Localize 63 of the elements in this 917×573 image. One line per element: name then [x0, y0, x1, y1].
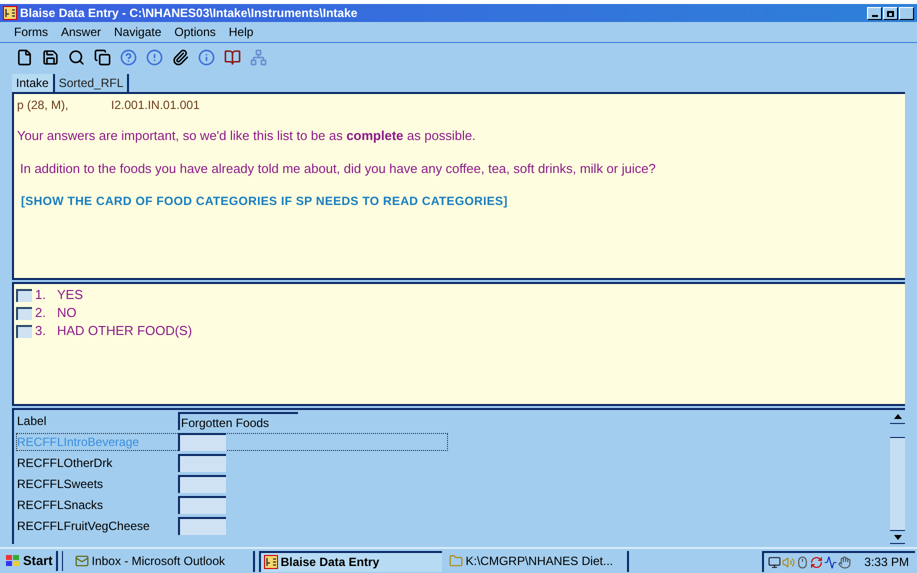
question-text: In addition to the foods you have already told me about, did you have any coffee, tea, soft drinks, milk or juice? [20, 160, 657, 178]
windows-logo-icon [5, 554, 21, 568]
clock: 3:33 PM [864, 554, 909, 571]
down-arrow-icon[interactable] [894, 534, 902, 540]
field-name: RECFFLIntroBeverage [17, 434, 140, 451]
folder-icon [448, 554, 463, 568]
help-icon[interactable] [120, 49, 137, 66]
answer-number: 3. [35, 322, 47, 340]
answer-field[interactable] [178, 496, 226, 514]
label-column-header: Label [16, 413, 48, 430]
field-name: RECFFLSnacks [17, 497, 104, 514]
up-arrow-icon[interactable] [894, 414, 902, 419]
answer-field[interactable] [178, 433, 226, 451]
menu-item[interactable]: Options [174, 23, 216, 41]
answer-checkbox[interactable] [16, 288, 32, 302]
minimize-button[interactable] [867, 6, 882, 20]
exclamation-icon[interactable] [146, 49, 163, 66]
column-header: Forgotten Foods [178, 412, 298, 430]
menu-item[interactable]: Forms [14, 23, 48, 41]
hand-icon[interactable] [838, 556, 852, 568]
info-icon[interactable] [198, 49, 215, 66]
new-page-icon[interactable] [16, 49, 33, 66]
field-name: RECFFLFruitVegCheese [17, 518, 151, 535]
answer-label: HAD OTHER FOOD(S) [57, 322, 192, 340]
field-name: RECFFLOtherDrk [17, 455, 114, 472]
answer-label: YES [57, 286, 84, 304]
start-button[interactable]: Start [2, 551, 58, 571]
scrollbar[interactable] [890, 410, 905, 544]
menu-item[interactable]: Help [228, 23, 254, 41]
taskbar-button[interactable]: K:\CMGRP\NHANES Diet... [446, 550, 629, 572]
answer-number: 1. [35, 286, 47, 304]
taskbar-button[interactable]: Blaise Data Entry [258, 550, 442, 572]
interviewer-instruction: [SHOW THE CARD OF FOOD CATEGORIES IF SP NEEDS TO READ CATEGORIES] [21, 193, 509, 210]
menu-item[interactable]: Answer [61, 23, 102, 41]
mail-icon [74, 554, 89, 568]
mouse-icon[interactable] [796, 556, 810, 568]
close-button[interactable] [899, 6, 914, 20]
answer-field[interactable] [178, 454, 226, 472]
paperclip-icon[interactable] [172, 49, 189, 66]
restore-button[interactable] [883, 6, 898, 20]
field-name: RECFFLSweets [17, 476, 104, 493]
save-icon[interactable] [42, 49, 59, 66]
app-logo-icon [3, 6, 17, 20]
search-icon[interactable] [68, 49, 85, 66]
answer-checkbox[interactable] [16, 324, 32, 338]
answer-label: NO [57, 304, 76, 322]
tab[interactable]: Intake [12, 74, 55, 92]
intro-text: Your answers are important, so we'd like this list to be as complete as possible. [17, 127, 477, 145]
answer-checkbox[interactable] [16, 306, 32, 320]
answer-field[interactable] [178, 517, 226, 535]
wave-icon[interactable] [824, 556, 838, 568]
answer-field[interactable] [178, 475, 226, 493]
respondent-info: p (28, M), [17, 97, 70, 114]
copy-icon[interactable] [94, 49, 111, 66]
refresh-icon[interactable] [810, 556, 824, 568]
window-title: Blaise Data Entry - C:\NHANES03\Intake\Instruments\Intake [20, 5, 358, 22]
app-logo-icon [264, 555, 278, 569]
monitor-icon[interactable] [768, 556, 782, 568]
taskbar-button[interactable]: Inbox - Microsoft Outlook [72, 550, 255, 572]
menu-item[interactable]: Navigate [114, 23, 162, 41]
book-icon[interactable] [224, 49, 241, 66]
question-code: I2.001.IN.01.001 [111, 97, 200, 114]
answer-number: 2. [35, 304, 47, 322]
